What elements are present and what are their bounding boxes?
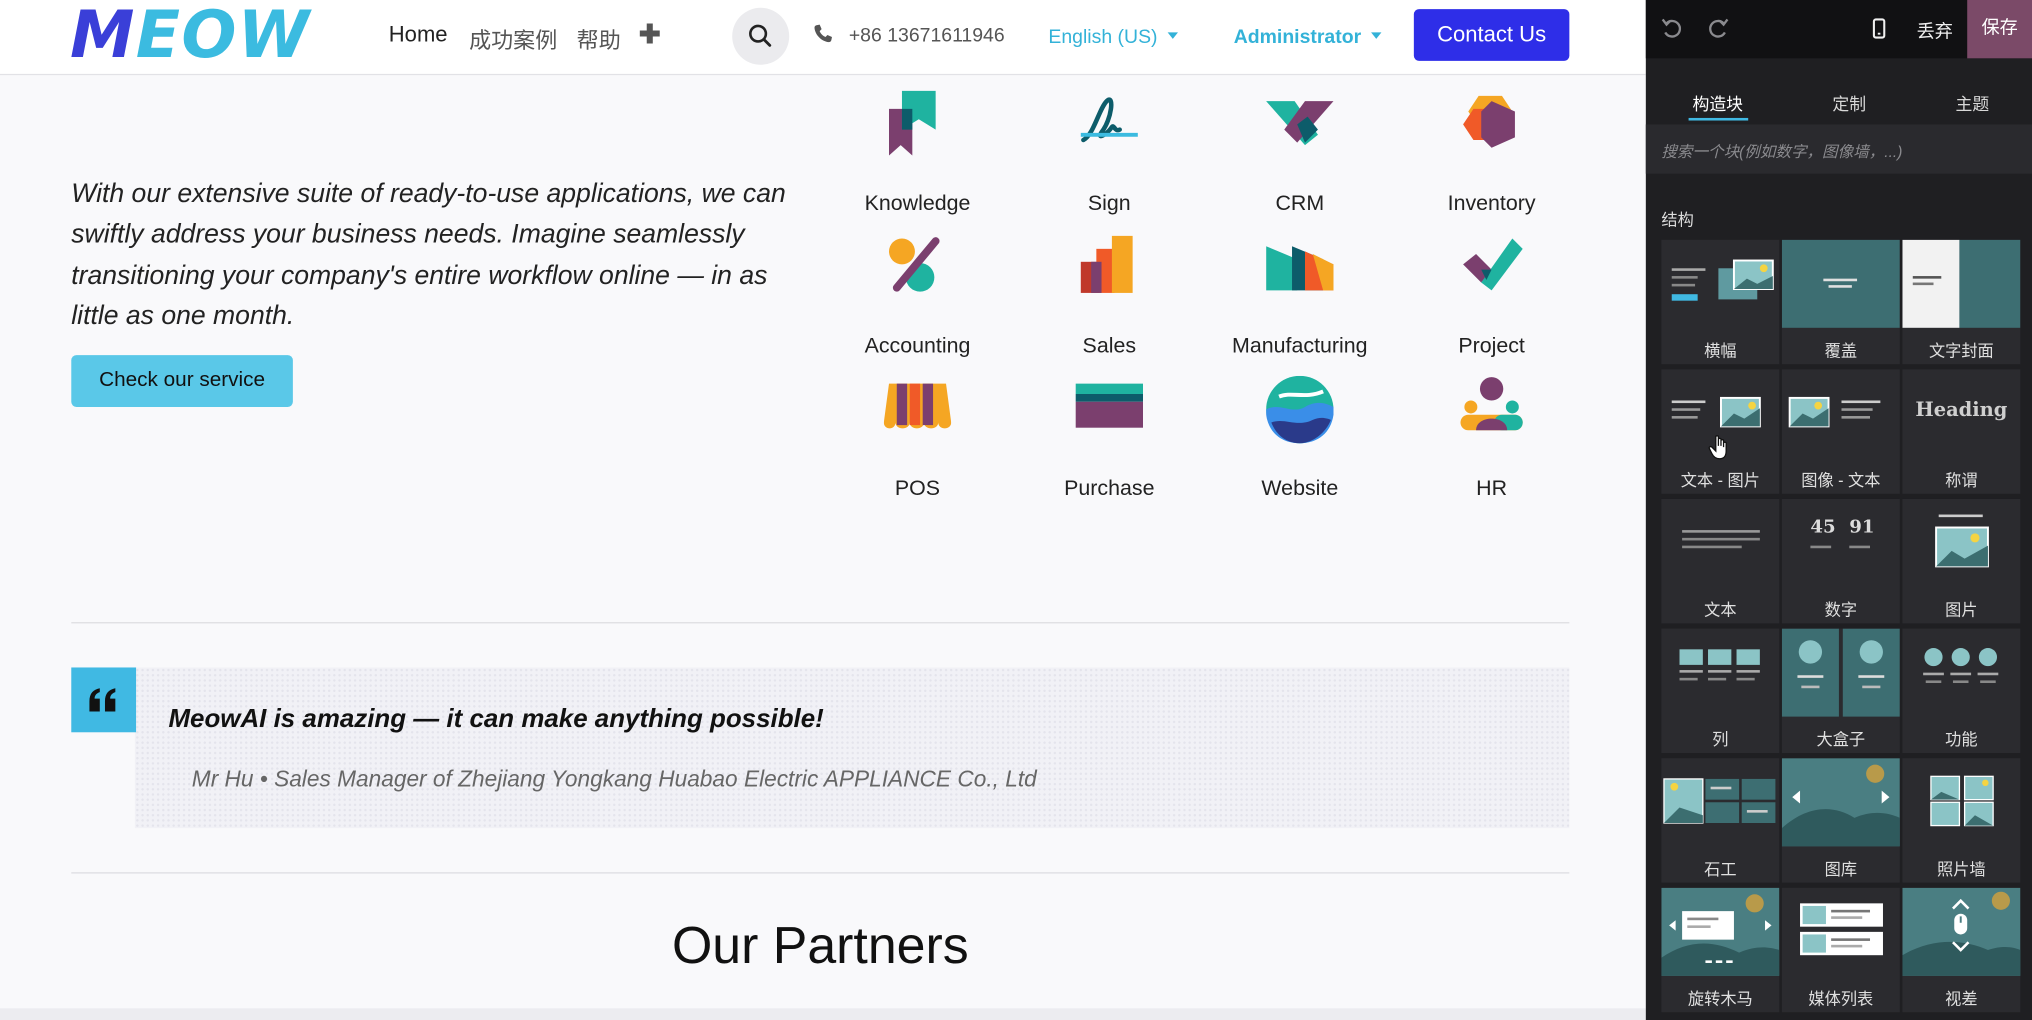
- carousel-thumbnail-icon: [1661, 887, 1780, 976]
- testimonial-box: [134, 667, 1570, 829]
- chevron-down-icon: [1371, 32, 1382, 39]
- quote-author: Mr Hu • Sales Manager of Zhejiang Yongka…: [191, 765, 1037, 792]
- nav-link-home[interactable]: Home: [389, 22, 448, 48]
- app-sales[interactable]: Sales: [1019, 231, 1200, 374]
- add-menu-icon[interactable]: ✚: [639, 18, 661, 50]
- mobile-preview-icon[interactable]: [1866, 16, 1892, 42]
- sales-icon: [1080, 235, 1133, 293]
- tab-blocks[interactable]: 构造块: [1692, 91, 1743, 116]
- quote-text: MeowAI is amazing — it can make anything…: [168, 705, 824, 734]
- crm-icon: [1266, 101, 1334, 146]
- block-search-input[interactable]: 搜索一个块(例如数字，图像墙，...): [1645, 124, 2032, 174]
- contact-us-button[interactable]: Contact Us: [1413, 9, 1570, 61]
- text-thumbnail-icon: [1682, 530, 1760, 549]
- save-button[interactable]: 保存: [1967, 0, 2032, 59]
- block-banner[interactable]: 横幅: [1661, 239, 1780, 365]
- website-icon: [1266, 375, 1334, 444]
- masonry-thumbnail-icon: [1663, 778, 1776, 824]
- block-gallery[interactable]: 图库: [1781, 758, 1900, 883]
- quote-icon: [71, 667, 137, 733]
- block-parallax[interactable]: 视差: [1902, 887, 2021, 1013]
- phone-number[interactable]: +86 13671611946: [849, 25, 1005, 47]
- block-media-list[interactable]: 媒体列表: [1781, 887, 1900, 1013]
- navbar: MEOW Home 成功案例 帮助 ✚ +86 13671611946 Engl…: [0, 0, 1646, 76]
- search-button[interactable]: [732, 7, 790, 65]
- block-picture[interactable]: 图片: [1902, 498, 2021, 624]
- app-purchase[interactable]: Purchase: [1019, 373, 1200, 516]
- app-accounting[interactable]: Accounting: [827, 231, 1008, 374]
- page-bottom-strip: [0, 1008, 1646, 1020]
- app-hr[interactable]: HR: [1401, 373, 1582, 516]
- editor-toolbar: 丢弃 保存: [1645, 0, 2032, 59]
- intro-text: With our extensive suite of ready-to-use…: [71, 178, 786, 331]
- check-service-button[interactable]: Check our service: [71, 355, 293, 407]
- picture-thumbnail-icon: [1935, 514, 1989, 568]
- user-dropdown[interactable]: Administrator: [1234, 26, 1382, 48]
- block-text[interactable]: 文本: [1661, 498, 1780, 624]
- block-text-image[interactable]: 文本 - 图片: [1661, 369, 1780, 494]
- cover-thumbnail-icon: [1781, 239, 1900, 328]
- gallery-thumbnail-icon: [1781, 758, 1900, 847]
- block-cover[interactable]: 覆盖: [1781, 239, 1900, 365]
- active-tab-indicator: [1688, 117, 1749, 121]
- heading-thumbnail: Heading: [1915, 397, 2008, 422]
- block-features[interactable]: 功能: [1902, 628, 2021, 754]
- app-crm[interactable]: CRM: [1209, 88, 1390, 231]
- manufacturing-icon: [1266, 246, 1334, 291]
- discard-button[interactable]: 丢弃: [1917, 18, 1953, 44]
- app-project[interactable]: Project: [1401, 231, 1582, 374]
- features-thumbnail-icon: [1923, 648, 1999, 684]
- language-dropdown[interactable]: English (US): [1048, 26, 1179, 48]
- block-big-boxes[interactable]: 大盒子: [1781, 628, 1900, 754]
- app-pos[interactable]: POS: [827, 373, 1008, 516]
- block-carousel[interactable]: 旋转木马: [1661, 887, 1780, 1013]
- app-manufacturing[interactable]: Manufacturing: [1209, 231, 1390, 374]
- media-list-thumbnail-icon: [1800, 903, 1883, 956]
- nav-link-help[interactable]: 帮助: [577, 22, 621, 54]
- accounting-icon: [889, 237, 940, 292]
- numbers-thumbnail: 45 91: [1782, 499, 1900, 587]
- big-boxes-thumbnail-icon: [1781, 628, 1900, 717]
- pos-icon: [883, 383, 952, 429]
- photo-wall-thumbnail-icon: [1930, 775, 1994, 827]
- block-masonry[interactable]: 石工: [1661, 758, 1780, 883]
- block-text-cover[interactable]: 文字封面: [1902, 239, 2021, 365]
- block-photo-wall[interactable]: 照片墙: [1902, 758, 2021, 883]
- inventory-icon: [1463, 95, 1515, 148]
- partners-heading: Our Partners: [671, 917, 969, 975]
- nav-link-cases[interactable]: 成功案例: [469, 22, 557, 54]
- redo-icon[interactable]: [1705, 16, 1731, 42]
- block-numbers[interactable]: 45 91 数字: [1781, 498, 1900, 624]
- app-sign[interactable]: Sign: [1019, 88, 1200, 231]
- banner-thumbnail-icon: [1671, 259, 1774, 301]
- tab-customize[interactable]: 定制: [1832, 91, 1866, 116]
- website-builder-panel: 丢弃 保存 构造块 定制 主题 搜索一个块(例如数字，图像墙，...) 结构 横…: [1645, 0, 2032, 1020]
- image-text-thumbnail-icon: [1788, 396, 1881, 428]
- knowledge-icon: [889, 90, 936, 156]
- app-website[interactable]: Website: [1209, 373, 1390, 516]
- tab-theme[interactable]: 主题: [1956, 91, 1990, 116]
- project-icon: [1463, 238, 1523, 291]
- divider: [71, 622, 1570, 624]
- block-title[interactable]: Heading 称谓: [1902, 369, 2021, 494]
- hr-icon: [1460, 377, 1523, 431]
- block-columns[interactable]: 列: [1661, 628, 1780, 754]
- sign-icon: [1080, 97, 1138, 143]
- undo-icon[interactable]: [1659, 16, 1685, 42]
- app-knowledge[interactable]: Knowledge: [827, 88, 1008, 231]
- phone-icon: [814, 24, 832, 43]
- text-cover-thumbnail-icon: [1902, 239, 2021, 328]
- columns-thumbnail-icon: [1679, 649, 1760, 681]
- hand-cursor-icon: [1708, 435, 1727, 460]
- search-icon: [749, 24, 772, 47]
- purchase-icon: [1075, 383, 1144, 428]
- block-image-text[interactable]: 图像 - 文本: [1781, 369, 1900, 494]
- parallax-thumbnail-icon: [1902, 887, 2021, 976]
- divider: [71, 872, 1570, 874]
- chevron-down-icon: [1167, 32, 1179, 39]
- section-title-structure: 结构: [1661, 211, 1694, 230]
- logo[interactable]: MEOW: [70, 1, 310, 68]
- website-preview: MEOW Home 成功案例 帮助 ✚ +86 13671611946 Engl…: [0, 0, 1646, 1020]
- app-inventory[interactable]: Inventory: [1401, 88, 1582, 231]
